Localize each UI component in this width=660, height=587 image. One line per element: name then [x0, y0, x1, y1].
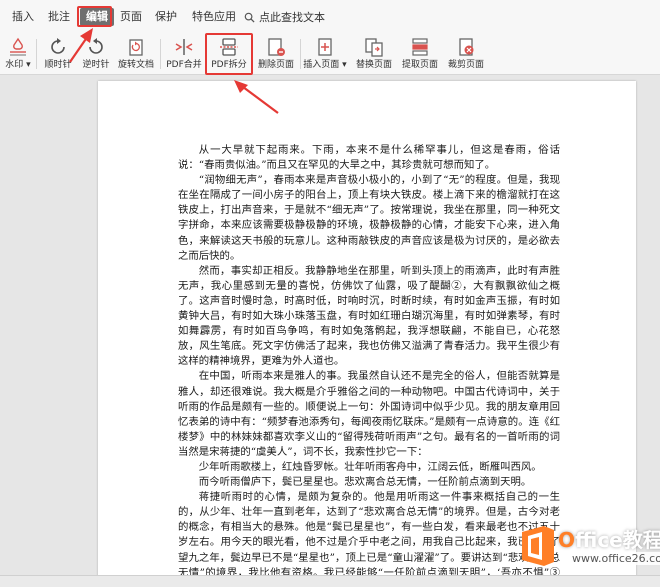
arrow-head-edit-tab	[80, 28, 93, 43]
annotation-arrows	[69, 28, 279, 114]
arrow-head-pdf-split	[234, 80, 248, 93]
watermark-title: Office教程网	[558, 528, 660, 552]
arrow-to-pdf-split	[238, 83, 279, 114]
site-watermark: Office教程网 www.office26.com	[518, 518, 660, 578]
watermark-url: www.office26.com	[570, 552, 660, 565]
office-logo-icon	[522, 526, 554, 566]
